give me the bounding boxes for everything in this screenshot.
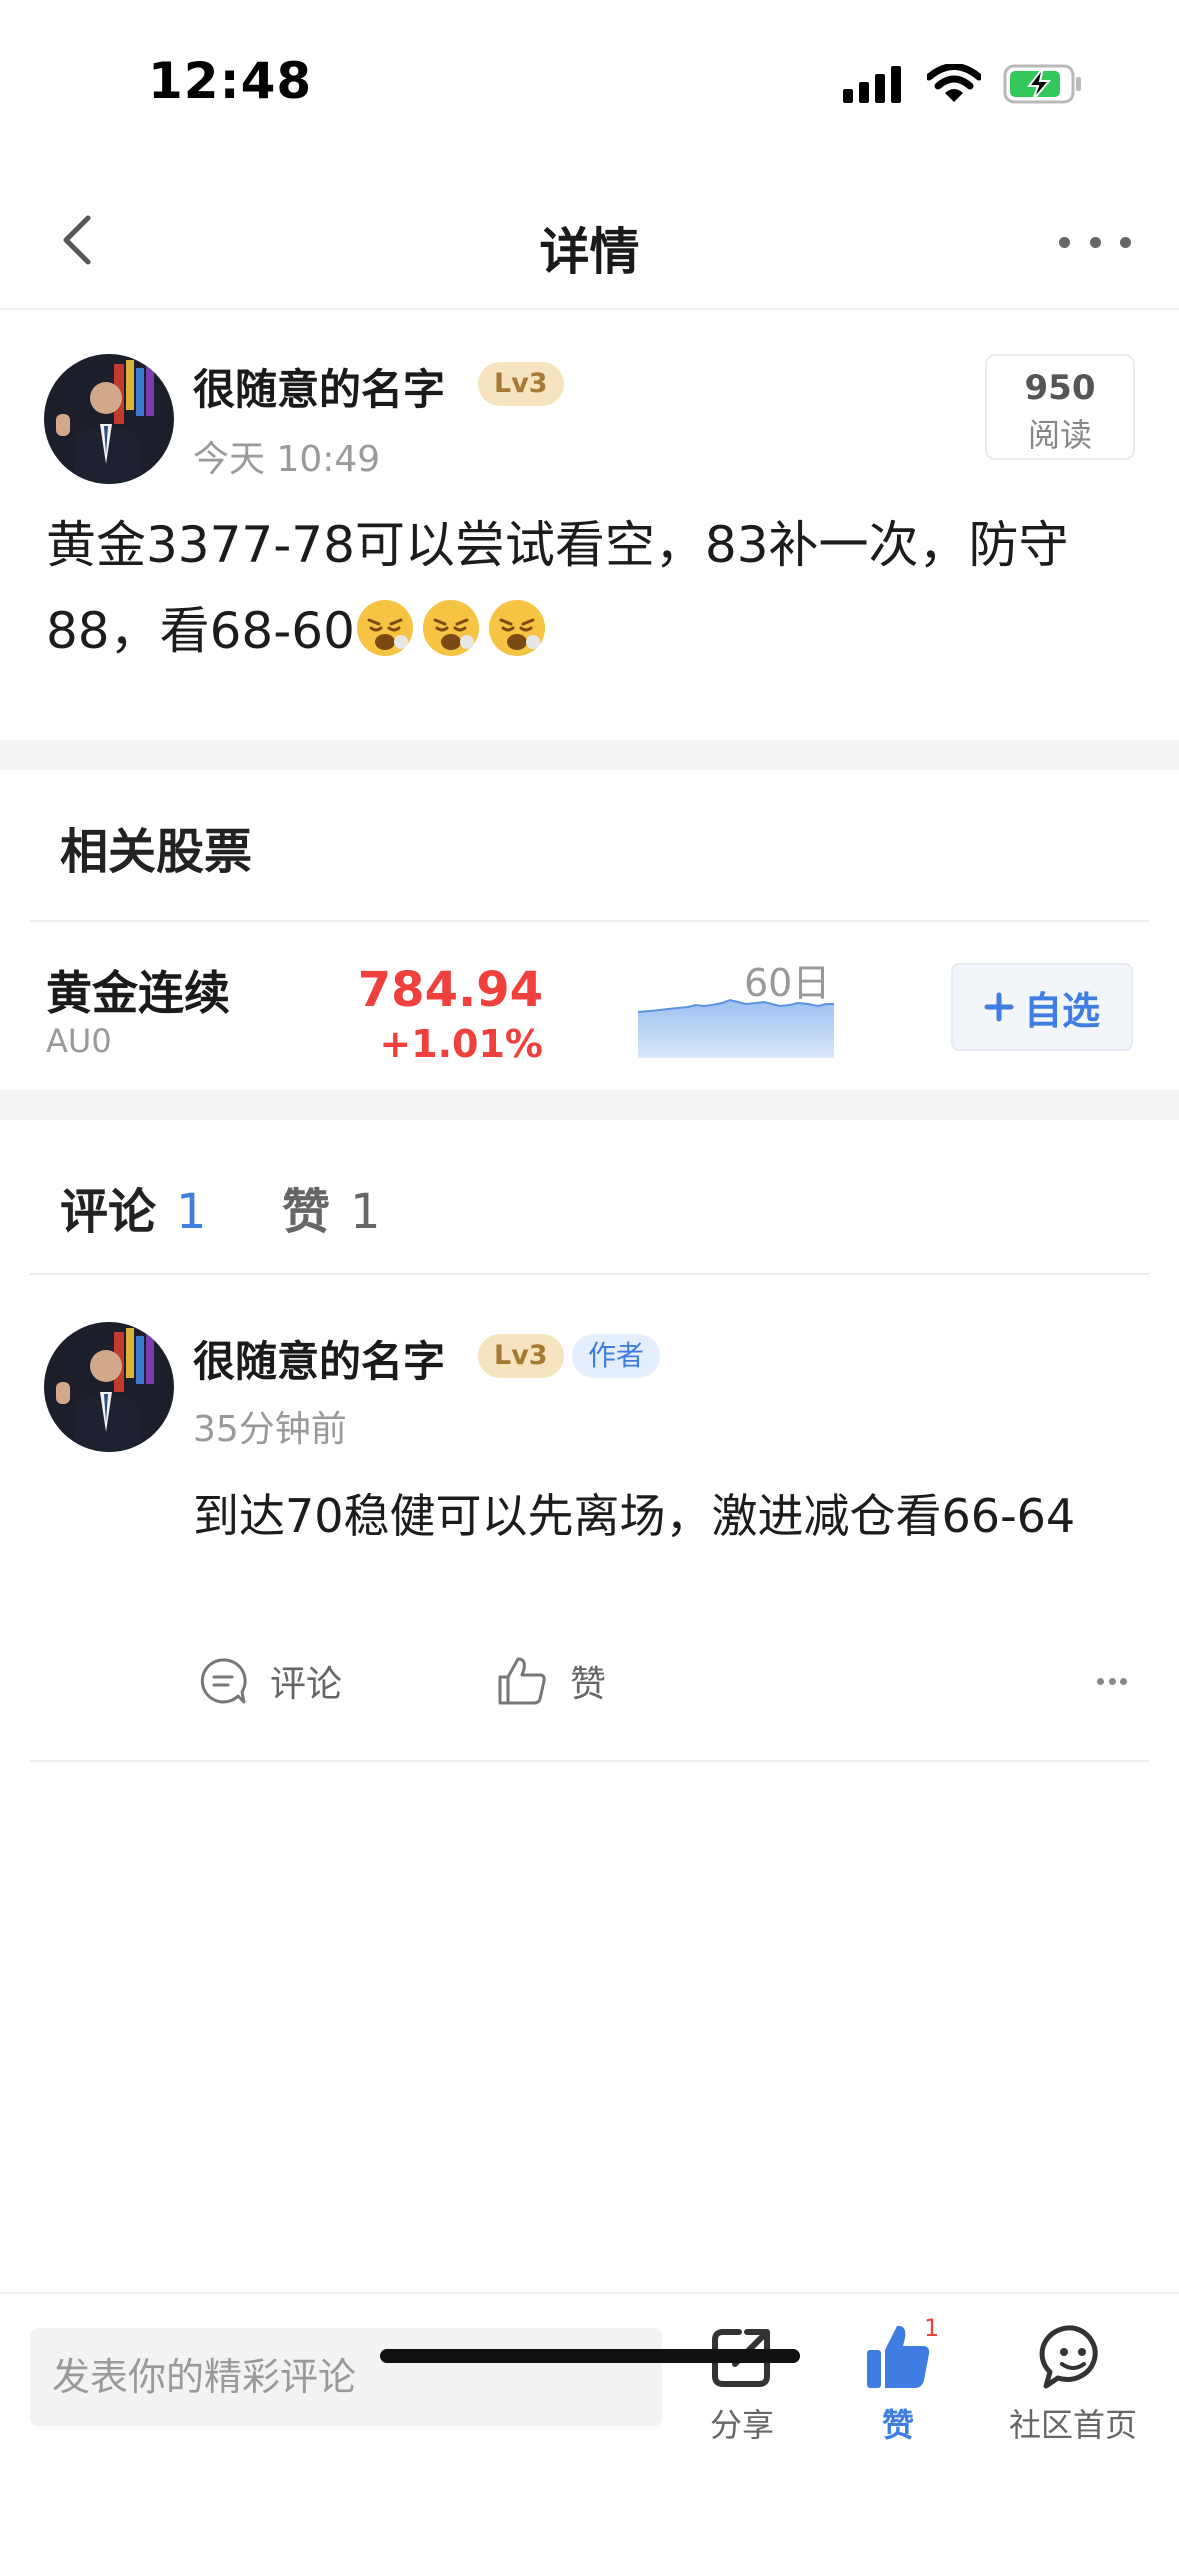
status-icons: [843, 64, 1083, 104]
section-divider: [0, 1090, 1179, 1120]
comment-bubble-icon: [200, 1658, 247, 1704]
page-title: 详情: [539, 223, 640, 281]
community-label: 社区首页: [1008, 2406, 1137, 2444]
thumbs-up-icon: [498, 1657, 546, 1705]
tab-likes-count: 1: [350, 1184, 381, 1240]
comment-input[interactable]: [30, 2328, 662, 2426]
community-chat-icon: [1039, 2325, 1098, 2389]
read-count: 950: [1024, 368, 1096, 408]
huffing-emoji-icon: [488, 600, 545, 656]
post-text: 黄金3377-78可以尝试看空，83补一次，防守88，看68-60: [46, 516, 1069, 660]
tab-comments[interactable]: 评论 1: [60, 1172, 207, 1242]
author-name[interactable]: 很随意的名字: [193, 356, 445, 417]
tab-comments-label: 评论: [60, 1184, 157, 1240]
tab-comments-count: 1: [176, 1184, 207, 1240]
section-divider: [0, 740, 1179, 770]
like-label: 赞: [881, 2406, 914, 2444]
stock-name[interactable]: 黄金连续: [46, 957, 230, 1023]
tab-likes[interactable]: 赞1: [282, 1172, 381, 1242]
read-count-box: 950 阅读: [985, 354, 1135, 460]
share-button[interactable]: 分享: [652, 2322, 832, 2446]
bottom-bar: 分享 1 赞 社区首页: [0, 2292, 1179, 2556]
read-label: 阅读: [1027, 416, 1092, 454]
avatar[interactable]: [44, 354, 174, 484]
related-stocks-title: 相关股票: [60, 824, 253, 880]
nav-bar: 详情: [0, 150, 1179, 310]
reply-button[interactable]: 评论: [198, 1655, 342, 1707]
tab-likes-label: 赞: [282, 1184, 331, 1240]
stock-code: AU0: [46, 1022, 112, 1060]
post-content: 黄金3377-78可以尝试看空，83补一次，防守88，看68-60: [46, 502, 1136, 674]
huffing-emoji-icon: [356, 600, 413, 656]
divider: [30, 920, 1149, 922]
like-count-badge: 1: [924, 2314, 940, 2342]
stock-change: +1.01%: [379, 1022, 543, 1066]
reply-label: 评论: [270, 1664, 343, 1705]
plus-icon: [984, 992, 1014, 1022]
status-bar: 12:48: [0, 0, 1179, 150]
level-badge: Lv3: [478, 1334, 564, 1378]
like-button[interactable]: 1 赞: [808, 2314, 988, 2446]
price-sparkline: [638, 998, 834, 1058]
author-badge: 作者: [572, 1334, 661, 1378]
post-time: 今天 10:49: [193, 439, 381, 480]
post: 很随意的名字 Lv3 今天 10:49 950 阅读 黄金3377-78可以尝试…: [0, 310, 1179, 740]
comment-like-label: 赞: [570, 1664, 607, 1705]
comment-time: 35分钟前: [193, 1409, 347, 1450]
divider: [30, 1760, 1149, 1762]
watch-label: 自选: [1023, 988, 1100, 1033]
comment-like-button[interactable]: 赞: [496, 1655, 606, 1707]
add-watchlist-button[interactable]: 自选: [951, 963, 1133, 1051]
more-options-icon[interactable]: [1059, 232, 1131, 252]
avatar[interactable]: [44, 1322, 174, 1452]
level-badge: Lv3: [478, 362, 564, 406]
comment-text: 到达70稳健可以先离场，激进减仓看66-64: [193, 1489, 1076, 1543]
battery-charging-icon: [1003, 64, 1081, 104]
community-home-button[interactable]: 社区首页: [983, 2322, 1163, 2446]
home-indicator: [380, 2349, 800, 2363]
huffing-emoji-icon: [422, 600, 479, 656]
divider: [30, 1273, 1149, 1275]
share-label: 分享: [709, 2406, 774, 2444]
comment-author-name[interactable]: 很随意的名字: [193, 1328, 445, 1389]
cellular-signal-icon: [843, 66, 901, 103]
wifi-icon: [927, 64, 981, 102]
status-time: 12:48: [148, 52, 313, 110]
stock-price: 784.94: [357, 962, 543, 1018]
thumbs-up-filled-icon: [867, 2325, 930, 2388]
comment-more-icon[interactable]: [1097, 1676, 1127, 1686]
